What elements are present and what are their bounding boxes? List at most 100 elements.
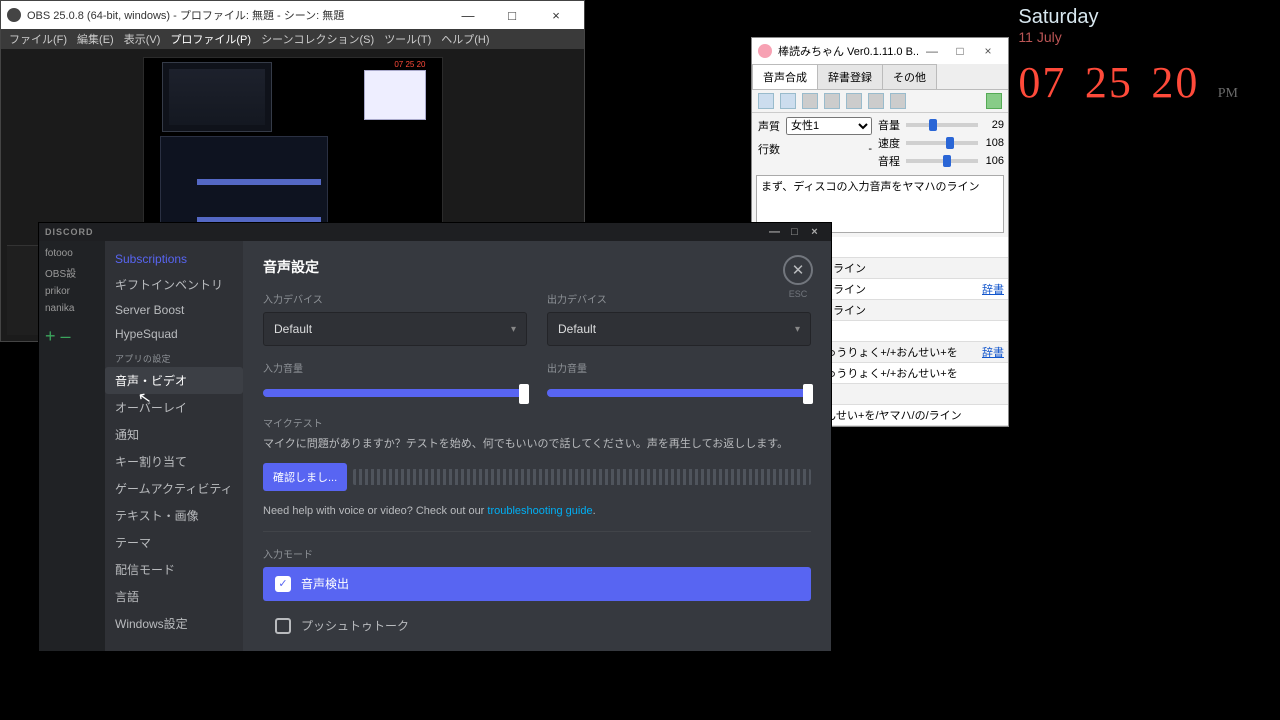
clock-hours: 07 (1018, 58, 1066, 107)
input-mode-ptt[interactable]: プッシュトゥトーク (263, 609, 811, 643)
rows-value: - (786, 143, 872, 155)
slider-value: 106 (982, 155, 1004, 167)
obs-close-button[interactable]: × (534, 8, 578, 23)
obs-preview-source-c[interactable] (160, 136, 328, 232)
gutter-item[interactable]: fotooo (41, 245, 103, 262)
bouyomi-tool-icon[interactable] (758, 93, 774, 109)
obs-titlebar[interactable]: OBS 25.0.8 (64-bit, windows) - プロファイル: 無… (1, 1, 584, 29)
obs-title: OBS 25.0.8 (64-bit, windows) - プロファイル: 無… (27, 7, 344, 23)
bouyomi-app-icon (758, 44, 772, 58)
clock-seconds: 20 (1151, 58, 1199, 107)
mic-level-meter (353, 469, 811, 485)
discord-maximize-button[interactable]: □ (785, 226, 805, 238)
obs-menu-item[interactable]: ヘルプ(H) (441, 31, 489, 47)
sidebar-item[interactable]: HypeSquad (105, 322, 243, 346)
bouyomi-tab[interactable]: 辞書登録 (817, 64, 883, 89)
bouyomi-title: 棒読みちゃん Ver0.1.11.0 B... (778, 43, 918, 59)
discord-close-button[interactable]: × (805, 226, 825, 238)
dict-link[interactable]: 辞書 (982, 344, 1004, 360)
calendar-icon[interactable] (890, 93, 906, 109)
sidebar-item[interactable]: Subscriptions (105, 247, 243, 271)
sidebar-item[interactable]: テキスト・画像 (105, 502, 243, 529)
chevron-down-icon: ▾ (795, 324, 800, 335)
troubleshooting-link[interactable]: troubleshooting guide (487, 505, 592, 517)
edit-icon[interactable] (868, 93, 884, 109)
obs-preview[interactable]: 07 25 20 (143, 57, 443, 237)
discord-titlebar[interactable]: DISCORD — □ × (39, 223, 831, 241)
gutter-item[interactable]: prikor (41, 283, 103, 300)
sidebar-item[interactable]: Server Boost (105, 298, 243, 322)
forward-icon[interactable] (824, 93, 840, 109)
sidebar-item[interactable]: キー割り当て (105, 448, 243, 475)
discord-window[interactable]: DISCORD — □ × fotoooOBS設prikornanika+ – … (38, 222, 832, 652)
discord-settings-main: ✕ ESC 音声設定 入力デバイス Default ▾ 出力デバイス Defau… (243, 241, 831, 651)
slider-track[interactable] (906, 159, 978, 163)
sidebar-item[interactable]: ギフトインベントリ (105, 271, 243, 298)
sidebar-item-changelog[interactable]: 変更履歴 (105, 647, 243, 651)
clock-ampm: PM (1218, 86, 1238, 101)
input-volume-slider[interactable] (263, 389, 527, 397)
settings-heading: 音声設定 (263, 257, 811, 277)
obs-maximize-button[interactable]: □ (490, 8, 534, 23)
voice-select[interactable]: 女性1 (786, 117, 872, 135)
output-volume-label: 出力音量 (547, 360, 811, 375)
sidebar-item[interactable]: ゲームアクティビティ (105, 475, 243, 502)
clock-minutes: 25 (1085, 58, 1133, 107)
sidebar-item[interactable]: オーバーレイ (105, 394, 243, 421)
sidebar-item[interactable]: 言語 (105, 583, 243, 610)
refresh-icon[interactable] (986, 93, 1002, 109)
output-device-select[interactable]: Default ▾ (547, 312, 811, 346)
output-volume-slider[interactable] (547, 389, 811, 397)
rows-label: 行数 (758, 141, 786, 157)
stop-icon[interactable] (846, 93, 862, 109)
slider-track[interactable] (906, 141, 978, 145)
obs-minimize-button[interactable]: — (446, 8, 490, 23)
input-device-label: 入力デバイス (263, 291, 527, 306)
obs-menu-item[interactable]: シーンコレクション(S) (261, 31, 374, 47)
sidebar-item[interactable]: 配信モード (105, 556, 243, 583)
sidebar-item[interactable]: 通知 (105, 421, 243, 448)
input-device-select[interactable]: Default ▾ (263, 312, 527, 346)
mic-test-button[interactable]: 確認しまし... (263, 463, 347, 491)
bouyomi-tabs[interactable]: 音声合成辞書登録その他 (752, 64, 1008, 90)
sidebar-section-header: アプリの設定 (105, 346, 243, 367)
chevron-down-icon: ▾ (511, 324, 516, 335)
discord-title: DISCORD (45, 227, 94, 237)
mic-test-description: マイクに問題がありますか？テストを始め、何でもいいので話してください。声を再生し… (263, 436, 811, 453)
obs-preview-source-b[interactable] (364, 70, 426, 120)
slider-track[interactable] (906, 123, 978, 127)
dict-link[interactable]: 辞書 (982, 281, 1004, 297)
slider-label: 速度 (878, 135, 902, 151)
obs-menu-item[interactable]: 編集(E) (77, 31, 114, 47)
add-server-button[interactable]: + – (41, 323, 103, 350)
settings-close[interactable]: ✕ ESC (783, 255, 813, 299)
gutter-item[interactable]: OBS設 (41, 262, 103, 283)
bouyomi-tab[interactable]: 音声合成 (752, 64, 818, 89)
obs-menu-item[interactable]: 表示(V) (124, 31, 161, 47)
bouyomi-tab[interactable]: その他 (882, 64, 937, 89)
sidebar-item[interactable]: Windows設定 (105, 610, 243, 637)
discord-minimize-button[interactable]: — (765, 226, 785, 238)
input-mode-voice-activity[interactable]: ✓ 音声検出 (263, 567, 811, 601)
esc-label: ESC (783, 289, 813, 299)
gutter-item[interactable]: nanika (41, 300, 103, 317)
discord-settings-sidebar[interactable]: SubscriptionsギフトインベントリServer BoostHypeSq… (105, 241, 243, 651)
bouyomi-titlebar[interactable]: 棒読みちゃん Ver0.1.11.0 B... — □ × (752, 38, 1008, 64)
clock-date: 11 July (1018, 29, 1252, 45)
sidebar-item[interactable]: テーマ (105, 529, 243, 556)
bouyomi-minimize-button[interactable]: — (918, 44, 946, 58)
bouyomi-toolbar[interactable] (752, 90, 1008, 113)
obs-menu-item[interactable]: ファイル(F) (9, 31, 67, 47)
sidebar-item[interactable]: 音声・ビデオ (105, 367, 243, 394)
obs-menu-item[interactable]: プロファイル(P) (170, 31, 251, 47)
bouyomi-close-button[interactable]: × (974, 44, 1002, 58)
obs-preview-source-a[interactable] (162, 62, 272, 132)
slider-value: 29 (982, 119, 1004, 131)
discord-server-gutter[interactable]: fotoooOBS設prikornanika + – (39, 241, 105, 651)
bouyomi-tool-icon[interactable] (780, 93, 796, 109)
bouyomi-maximize-button[interactable]: □ (946, 44, 974, 58)
obs-menubar[interactable]: ファイル(F) 編集(E) 表示(V) プロファイル(P) シーンコレクション(S) ツー… (1, 29, 584, 49)
obs-menu-item[interactable]: ツール(T) (384, 31, 431, 47)
play-icon[interactable] (802, 93, 818, 109)
close-icon[interactable]: ✕ (783, 255, 813, 285)
